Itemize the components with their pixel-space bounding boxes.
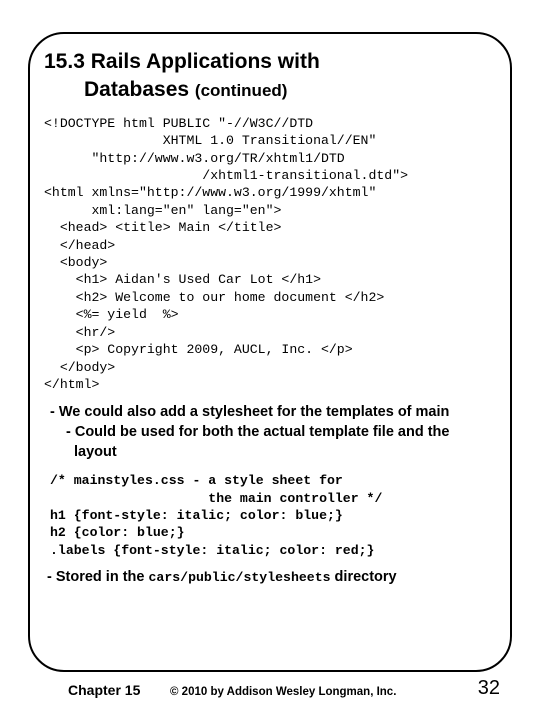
css-code-block: /* mainstyles.css - a style sheet for th… <box>50 472 496 559</box>
stored-path: cars/public/stylesheets <box>149 570 331 585</box>
html-code-block: <!DOCTYPE html PUBLIC "-//W3C//DTD XHTML… <box>44 115 496 394</box>
bullet-list: - We could also add a stylesheet for the… <box>44 403 496 462</box>
bullet-stylesheet: - We could also add a stylesheet for the… <box>50 403 496 423</box>
copyright-label: © 2010 by Addison Wesley Longman, Inc. <box>170 686 396 698</box>
section-heading: 15.3 Rails Applications with Databases (… <box>44 48 496 105</box>
chapter-label: Chapter 15 <box>68 682 140 698</box>
section-title-line2: Databases <box>84 78 189 101</box>
bullet-usage: - Could be used for both the actual temp… <box>66 423 496 462</box>
continued-label: (continued) <box>195 81 288 100</box>
section-title-line1: Rails Applications with <box>91 50 320 73</box>
slide-frame: 15.3 Rails Applications with Databases (… <box>28 32 512 672</box>
stored-suffix: directory <box>331 569 397 585</box>
section-number: 15.3 <box>44 50 85 73</box>
stored-line: - Stored in the cars/public/stylesheets … <box>47 569 496 585</box>
stored-prefix: - Stored in the <box>47 569 149 585</box>
page-number: 32 <box>478 677 500 700</box>
